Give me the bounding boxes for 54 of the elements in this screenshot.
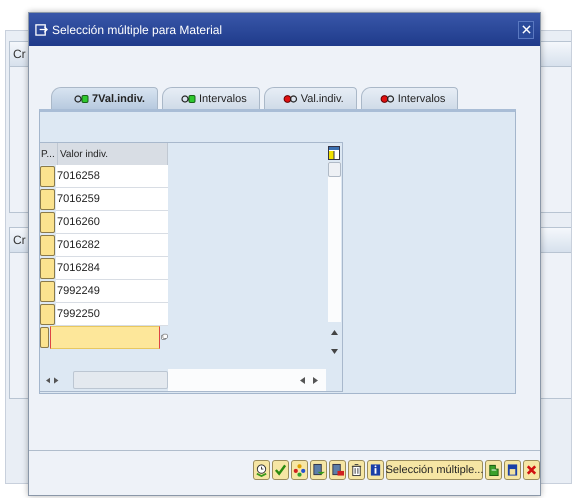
close-button[interactable] xyxy=(518,20,534,38)
table-cell: 7016259 xyxy=(56,188,168,211)
scroll-left-icon[interactable] xyxy=(300,376,305,384)
checkmark-button[interactable] xyxy=(272,460,289,480)
info-button[interactable] xyxy=(367,460,384,480)
group-title: Cr xyxy=(13,47,26,61)
input-field[interactable] xyxy=(50,326,160,349)
row-selector[interactable] xyxy=(40,189,55,210)
trash-icon xyxy=(350,463,363,477)
row-selector[interactable] xyxy=(40,235,55,256)
scroll-left-icon[interactable] xyxy=(46,376,50,384)
row-selector[interactable] xyxy=(40,166,55,187)
cancel-button[interactable] xyxy=(523,460,540,480)
import-document-icon xyxy=(312,463,325,477)
tab[interactable]: Intervalos xyxy=(360,87,458,109)
vertical-scrollbar[interactable] xyxy=(328,162,340,322)
table-cell: 7992249 xyxy=(56,280,168,303)
table-settings-icon[interactable] xyxy=(328,146,340,160)
table-cell: 7016284 xyxy=(56,257,168,280)
copy-icon xyxy=(487,463,500,477)
scroll-down-icon[interactable] xyxy=(330,349,338,354)
window-title: Selección múltiple para Material xyxy=(52,22,224,36)
row-selector[interactable] xyxy=(40,304,55,325)
export-document-button[interactable] xyxy=(329,460,346,480)
scroll-right-icon[interactable] xyxy=(54,376,59,384)
clock-icon xyxy=(255,463,268,477)
tab[interactable]: 7Val.indiv. xyxy=(51,87,158,109)
copy-button[interactable] xyxy=(485,460,502,480)
table-cell: 7016258 xyxy=(56,165,168,188)
tab[interactable]: Intervalos xyxy=(162,87,260,109)
row-selector[interactable] xyxy=(40,258,55,279)
scroll-right-icon[interactable] xyxy=(313,376,318,384)
checkmark-icon xyxy=(274,463,287,477)
close-icon xyxy=(522,25,530,34)
trash-button[interactable] xyxy=(348,460,365,480)
scrollbar-thumb[interactable] xyxy=(72,371,168,389)
multiple-selection-button[interactable]: Selección múltiple... xyxy=(386,460,483,480)
close-icon xyxy=(525,463,538,477)
window-icon xyxy=(35,23,48,36)
group-title: Cr xyxy=(13,233,26,247)
clock-button[interactable] xyxy=(253,460,270,480)
import-document-button[interactable] xyxy=(310,460,327,480)
row-selector[interactable] xyxy=(40,327,50,348)
column-header[interactable]: P... xyxy=(40,143,58,165)
table-cell: 7016260 xyxy=(56,211,168,234)
row-selector[interactable] xyxy=(40,212,55,233)
table-cell: 7016282 xyxy=(56,234,168,257)
column-header[interactable]: Valor indiv. xyxy=(58,143,168,165)
table-cell: 7992250 xyxy=(56,303,168,326)
tab[interactable]: Val.indiv. xyxy=(264,87,357,109)
row-selector[interactable] xyxy=(40,281,55,302)
export-document-icon xyxy=(331,463,344,477)
scroll-up-icon[interactable] xyxy=(330,330,338,335)
info-icon xyxy=(369,463,382,477)
